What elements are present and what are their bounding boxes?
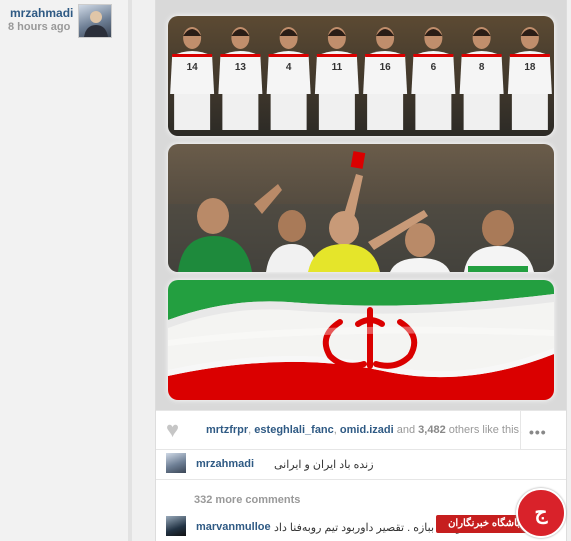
likes-count[interactable]: 3,482 bbox=[418, 424, 446, 436]
caption-text: زنده باد ایران و ایرانی bbox=[274, 459, 374, 471]
caption-username[interactable]: mrzahmadi bbox=[196, 458, 254, 470]
red-card-image bbox=[168, 144, 554, 272]
post-card: 14 13 4 11 16 6 8 18 ♥ mrtzfrpr, esteghl… bbox=[155, 0, 567, 541]
jersey-number: 18 bbox=[524, 62, 536, 73]
referee-panel bbox=[168, 144, 554, 272]
jersey-number: 14 bbox=[187, 62, 199, 73]
post-time: 8 hours ago bbox=[8, 21, 71, 33]
likes-bar: ♥ mrtzfrpr, esteghlali_fanc, omid.izadi … bbox=[156, 410, 566, 450]
avatar[interactable] bbox=[166, 453, 186, 473]
jersey-number: 13 bbox=[235, 62, 247, 73]
watermark-logo-icon: ج bbox=[516, 488, 566, 538]
like-user-3[interactable]: omid.izadi bbox=[340, 424, 394, 436]
watermark: باشگاه خبرنگاران ج bbox=[436, 488, 566, 541]
jersey-number: 4 bbox=[286, 62, 292, 73]
team-lineup-image: 14 13 4 11 16 6 8 18 bbox=[168, 16, 554, 136]
jersey-number: 6 bbox=[431, 62, 437, 73]
post-photo[interactable]: 14 13 4 11 16 6 8 18 bbox=[156, 0, 566, 410]
ellipsis-icon[interactable]: ••• bbox=[529, 424, 547, 440]
jersey-number: 16 bbox=[380, 62, 392, 73]
heart-icon[interactable]: ♥ bbox=[166, 419, 188, 441]
more-comments-link[interactable]: 332 more comments bbox=[194, 494, 300, 506]
team-panel: 14 13 4 11 16 6 8 18 bbox=[168, 16, 554, 136]
avatar[interactable] bbox=[166, 516, 186, 536]
post-username[interactable]: mrzahmadi bbox=[10, 6, 73, 20]
caption-row: mrzahmadi زنده باد ایران و ایرانی bbox=[156, 449, 566, 480]
column-divider bbox=[128, 0, 132, 541]
comment-username[interactable]: marvanmulloe bbox=[196, 521, 271, 533]
jersey-number: 11 bbox=[332, 62, 343, 73]
iran-flag-image bbox=[168, 280, 554, 400]
flag-panel bbox=[168, 280, 554, 400]
like-user-2[interactable]: esteghlali_fanc bbox=[254, 424, 333, 436]
likes-summary: mrtzfrpr, esteghlali_fanc, omid.izadi an… bbox=[206, 424, 523, 436]
avatar[interactable] bbox=[78, 4, 112, 38]
jersey-number: 8 bbox=[479, 62, 485, 73]
likes-divider bbox=[520, 411, 521, 449]
left-column: mrzahmadi 8 hours ago bbox=[0, 0, 128, 541]
like-user-1[interactable]: mrtzfrpr bbox=[206, 424, 248, 436]
user-photo-icon bbox=[84, 11, 108, 37]
